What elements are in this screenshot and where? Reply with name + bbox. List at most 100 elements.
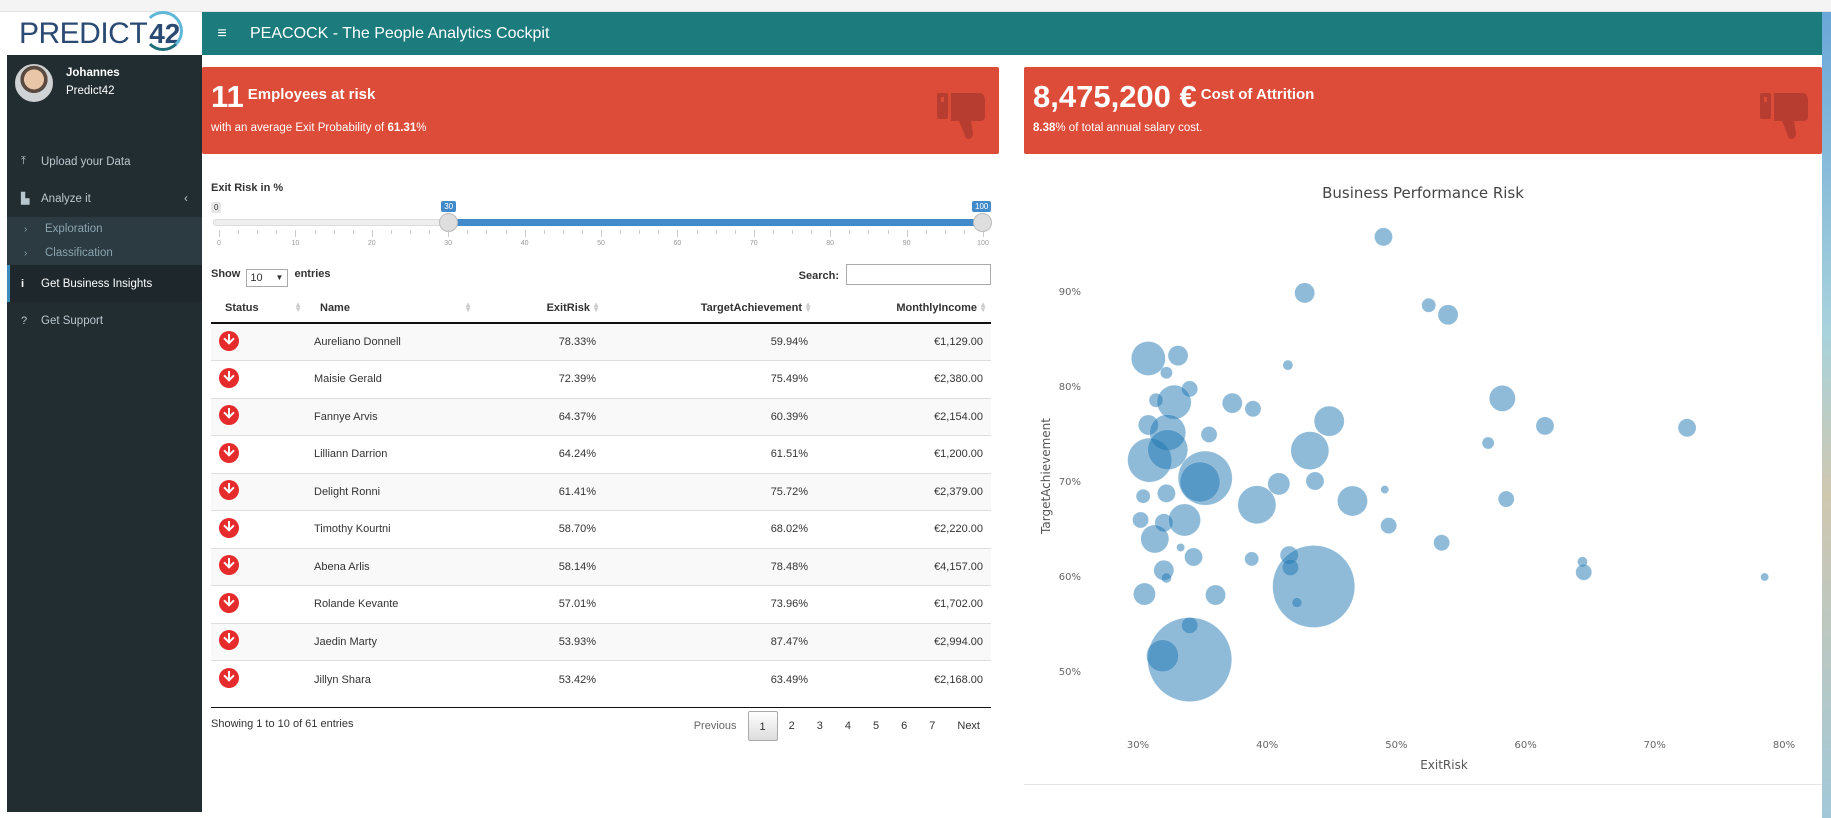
table-row[interactable]: Lilliann Darrion 64.24% 61.51% €1,200.00 — [211, 435, 991, 473]
pagination-page-4[interactable]: 4 — [834, 711, 862, 741]
sidebar-item-support[interactable]: ? Get Support — [7, 302, 202, 339]
analyze-submenu: › Exploration › Classification — [7, 217, 202, 265]
bubble-point[interactable] — [1489, 385, 1516, 412]
pagination-page-1[interactable]: 1 — [747, 711, 778, 741]
bubble-point[interactable] — [1135, 488, 1151, 504]
bubble-point[interactable] — [1157, 484, 1176, 503]
slider-tick — [811, 230, 813, 234]
bubble-point[interactable] — [1677, 418, 1697, 438]
bubble-point[interactable] — [1497, 490, 1515, 508]
bubble-point[interactable] — [1437, 304, 1459, 325]
bubble-point[interactable] — [1272, 545, 1355, 628]
bubble-point[interactable] — [1244, 400, 1262, 418]
bubble-point[interactable] — [1131, 341, 1166, 376]
bubble-point[interactable] — [1200, 426, 1218, 443]
logo[interactable]: PREDICT 42 — [7, 10, 202, 55]
table-row[interactable]: Fannye Arvis 64.37% 60.39% €2,154.00 — [211, 397, 991, 436]
slider-tick — [792, 230, 793, 234]
slider-tick — [295, 230, 297, 237]
bubble-point[interactable] — [1374, 227, 1393, 247]
column-header-monthlyincome[interactable]: MonthlyIncome ▲ ▼ — [816, 293, 991, 324]
exitrisk-cell: 58.14% — [476, 547, 604, 586]
bubble-point[interactable] — [1433, 534, 1450, 551]
bubble-point[interactable] — [1421, 298, 1436, 313]
status-cell — [211, 585, 306, 623]
table-row[interactable]: Maisie Gerald 72.39% 75.49% €2,380.00 — [211, 360, 991, 398]
table-row[interactable]: Rolande Kevante 57.01% 73.96% €1,702.00 — [211, 585, 991, 623]
slider-tick — [983, 230, 984, 237]
bubble-point[interactable] — [1575, 563, 1592, 581]
pagination-page-6[interactable]: 6 — [890, 711, 918, 741]
sidebar-subitem-exploration[interactable]: › Exploration — [7, 217, 202, 241]
arrow-down-circle-icon — [219, 517, 239, 538]
bubble-point[interactable] — [1760, 572, 1769, 582]
table-row[interactable]: Abena Arlis 58.14% 78.48% €4,157.00 — [211, 547, 991, 586]
bubble-point[interactable] — [1282, 359, 1294, 371]
bubble-point[interactable] — [1148, 393, 1164, 408]
bubble-point[interactable] — [1222, 392, 1243, 414]
bubble-point[interactable] — [1380, 517, 1397, 534]
slider-tick — [314, 230, 316, 234]
target-cell: 87.47% — [604, 622, 816, 661]
bubble-point[interactable] — [1205, 584, 1226, 606]
bubble-point[interactable] — [1167, 345, 1189, 366]
exitrisk-cell: 53.42% — [476, 660, 604, 698]
bubble-point[interactable] — [1535, 416, 1555, 436]
sidebar-subitem-label: Classification — [45, 247, 113, 259]
column-header-targetachievement[interactable]: TargetAchievement ▲ ▼ — [604, 293, 816, 324]
table-row[interactable]: Jillyn Shara 53.42% 63.49% €2,168.00 — [211, 660, 991, 698]
slider-label: Exit Risk in % — [211, 182, 284, 194]
bubble-point[interactable] — [1179, 461, 1221, 503]
bubble-point[interactable] — [1481, 436, 1495, 450]
bubble-point[interactable] — [1290, 431, 1330, 470]
table-row[interactable]: Aureliano Donnell 78.33% 59.94% €1,129.00 — [211, 322, 991, 361]
pagination-next[interactable]: Next — [946, 711, 991, 741]
pagination-page-7[interactable]: 7 — [918, 711, 946, 741]
sidebar-toggle-icon[interactable]: ≡ — [204, 25, 240, 43]
logo-text: PREDICT — [19, 16, 148, 50]
bubble-point[interactable] — [1337, 485, 1368, 517]
bubble-point[interactable] — [1313, 405, 1345, 437]
table-row[interactable]: Timothy Kourtni 58.70% 68.02% €2,220.00 — [211, 510, 991, 548]
pagination-page-3[interactable]: 3 — [806, 711, 834, 741]
search-input[interactable] — [846, 264, 991, 285]
slider-selected-range[interactable] — [448, 219, 983, 226]
pagination-page-5[interactable]: 5 — [862, 711, 890, 741]
bubble-point[interactable] — [1176, 543, 1185, 552]
bubble-point[interactable] — [1132, 511, 1149, 529]
bubble-point[interactable] — [1168, 503, 1201, 537]
question-icon: ? — [21, 314, 28, 327]
bubble-point[interactable] — [1380, 485, 1390, 494]
column-header-exitrisk[interactable]: ExitRisk ▲ ▼ — [476, 293, 604, 324]
bubble-point[interactable] — [1294, 282, 1315, 304]
column-header-name[interactable]: Name ▲ ▼ — [306, 293, 476, 324]
bubble-point[interactable] — [1305, 471, 1325, 491]
bubble-point[interactable] — [1184, 547, 1203, 567]
page-length-select[interactable]: 10 ▼ — [246, 269, 289, 287]
bubble-point[interactable] — [1244, 551, 1259, 567]
bubble-point[interactable] — [1237, 485, 1277, 524]
sidebar-subitem-classification[interactable]: › Classification — [7, 241, 202, 265]
table-row[interactable]: Delight Ronni 61.41% 75.72% €2,379.00 — [211, 472, 991, 511]
slider-tick-label: 0 — [217, 240, 221, 247]
pagination-page-2[interactable]: 2 — [778, 711, 806, 741]
bubble-point[interactable] — [1147, 429, 1188, 470]
table-row[interactable]: Jaedin Marty 53.93% 87.47% €2,994.00 — [211, 622, 991, 661]
sidebar-item-business-insights[interactable]: i Get Business Insights — [7, 265, 202, 302]
column-header-status[interactable]: Status ▲ ▼ — [211, 293, 306, 324]
sidebar-item-analyze[interactable]: ▙ Analyze it ‹ — [7, 180, 202, 217]
target-cell: 73.96% — [604, 585, 816, 623]
bubble-point[interactable] — [1146, 639, 1179, 673]
column-header-label: Status — [225, 301, 259, 314]
bubble-point[interactable] — [1160, 366, 1173, 379]
bubble-point[interactable] — [1267, 472, 1291, 496]
arrow-down-circle-icon — [219, 480, 239, 501]
bubble-point[interactable] — [1140, 524, 1170, 554]
pagination-previous[interactable]: Previous — [683, 711, 748, 741]
bubble-point[interactable] — [1133, 582, 1156, 606]
bubble-point[interactable] — [1291, 597, 1303, 608]
sidebar: Johannes Predict42 ⤒ Upload your Data ▙ … — [7, 55, 202, 812]
exit-risk-slider[interactable]: 0 30 100 0 10 20 30 40 50 60 70 80 90 100 — [211, 197, 992, 257]
bubble-point[interactable] — [1161, 572, 1172, 584]
sidebar-item-upload[interactable]: ⤒ Upload your Data — [7, 143, 202, 180]
